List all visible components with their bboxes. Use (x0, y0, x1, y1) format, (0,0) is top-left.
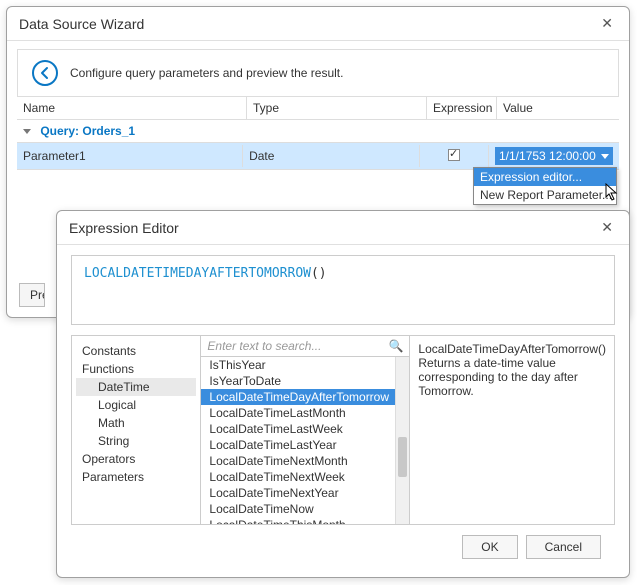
dropdown-item-new-report-parameter[interactable]: New Report Parameter... (474, 186, 616, 204)
param-value: 1/1/1753 12:00:00 (499, 149, 596, 163)
tree-parameters[interactable]: Parameters (76, 468, 196, 486)
query-row[interactable]: Query: Orders_1 (17, 120, 619, 143)
tree-functions[interactable]: Functions (76, 360, 196, 378)
description-panel: LocalDateTimeDayAfterTomorrow() Returns … (410, 336, 614, 524)
value-dropdown-menu: Expression editor... New Report Paramete… (473, 167, 617, 205)
fn-item[interactable]: LocalDateTimeNextWeek (201, 469, 409, 485)
fn-item[interactable]: LocalDateTimeThisMonth (201, 517, 409, 524)
category-tree[interactable]: Constants Functions DateTime Logical Mat… (72, 336, 201, 524)
fn-item[interactable]: LocalDateTimeNow (201, 501, 409, 517)
param-value-cell[interactable]: 1/1/1753 12:00:00 (489, 143, 619, 169)
fn-item[interactable]: IsThisYear (201, 357, 409, 373)
fn-item[interactable]: LocalDateTimeLastYear (201, 437, 409, 453)
tree-math[interactable]: Math (76, 414, 196, 432)
fn-item[interactable]: IsYearToDate (201, 373, 409, 389)
tree-string[interactable]: String (76, 432, 196, 450)
function-list[interactable]: IsThisYear IsYearToDate LocalDateTimeDay… (201, 357, 409, 524)
tree-constants[interactable]: Constants (76, 342, 196, 360)
value-dropdown-field[interactable]: 1/1/1753 12:00:00 (495, 147, 613, 165)
tree-operators[interactable]: Operators (76, 450, 196, 468)
dropdown-item-expression-editor[interactable]: Expression editor... (474, 168, 616, 186)
tree-logical[interactable]: Logical (76, 396, 196, 414)
col-type: Type (247, 97, 427, 119)
expression-function-name: LOCALDATETIMEDAYAFTERTOMORROW (84, 266, 311, 281)
cursor-icon (605, 183, 621, 206)
back-arrow-icon[interactable] (32, 60, 58, 86)
col-name: Name (17, 97, 247, 119)
cancel-button[interactable]: Cancel (526, 535, 601, 559)
checkbox-icon[interactable] (448, 149, 460, 161)
param-name[interactable]: Parameter1 (17, 145, 243, 167)
parameter-grid-header: Name Type Expression Value (17, 97, 619, 120)
fn-item[interactable]: LocalDateTimeLastWeek (201, 421, 409, 437)
fn-item[interactable]: LocalDateTimeLastMonth (201, 405, 409, 421)
dropdown-arrow-icon[interactable] (601, 154, 609, 159)
search-icon[interactable]: 🔍 (388, 339, 403, 353)
param-expression-checkbox[interactable] (420, 145, 489, 168)
expression-parentheses: () (311, 266, 327, 281)
expression-textarea[interactable]: LOCALDATETIMEDAYAFTERTOMORROW() (71, 255, 615, 325)
close-icon[interactable]: ✕ (597, 15, 617, 32)
editor-titlebar: Expression Editor ✕ (57, 211, 629, 245)
search-input[interactable]: Enter text to search... 🔍 (201, 336, 409, 357)
fn-item-selected[interactable]: LocalDateTimeDayAfterTomorrow (201, 389, 409, 405)
param-type[interactable]: Date (243, 145, 420, 167)
close-icon[interactable]: ✕ (597, 219, 617, 236)
ok-button[interactable]: OK (462, 535, 517, 559)
dialog-buttons: OK Cancel (71, 525, 615, 563)
col-value: Value (497, 97, 619, 119)
search-placeholder: Enter text to search... (207, 339, 321, 353)
wizard-subtitle: Configure query parameters and preview t… (70, 66, 343, 80)
parameter-row[interactable]: Parameter1 Date 1/1/1753 12:00:00 (17, 143, 619, 170)
expression-editor-dialog: Expression Editor ✕ LOCALDATETIMEDAYAFTE… (56, 210, 630, 578)
col-expression: Expression (427, 97, 497, 119)
scrollbar[interactable] (395, 357, 409, 524)
expand-triangle-icon[interactable] (23, 129, 31, 134)
wizard-titlebar: Data Source Wizard ✕ (7, 7, 629, 41)
fn-item[interactable]: LocalDateTimeNextMonth (201, 453, 409, 469)
function-list-panel: Enter text to search... 🔍 IsThisYear IsY… (201, 336, 410, 524)
editor-panels: Constants Functions DateTime Logical Mat… (71, 335, 615, 525)
description-text: Returns a date-time value corresponding … (418, 356, 606, 398)
wizard-subheader: Configure query parameters and preview t… (17, 49, 619, 97)
preview-button[interactable]: Preview... (19, 283, 45, 307)
editor-title: Expression Editor (69, 220, 179, 236)
query-label: Query: Orders_1 (40, 124, 135, 138)
tree-datetime[interactable]: DateTime (76, 378, 196, 396)
wizard-title: Data Source Wizard (19, 16, 144, 32)
fn-item[interactable]: LocalDateTimeNextYear (201, 485, 409, 501)
description-signature: LocalDateTimeDayAfterTomorrow() (418, 342, 606, 356)
scrollbar-thumb[interactable] (398, 437, 407, 477)
